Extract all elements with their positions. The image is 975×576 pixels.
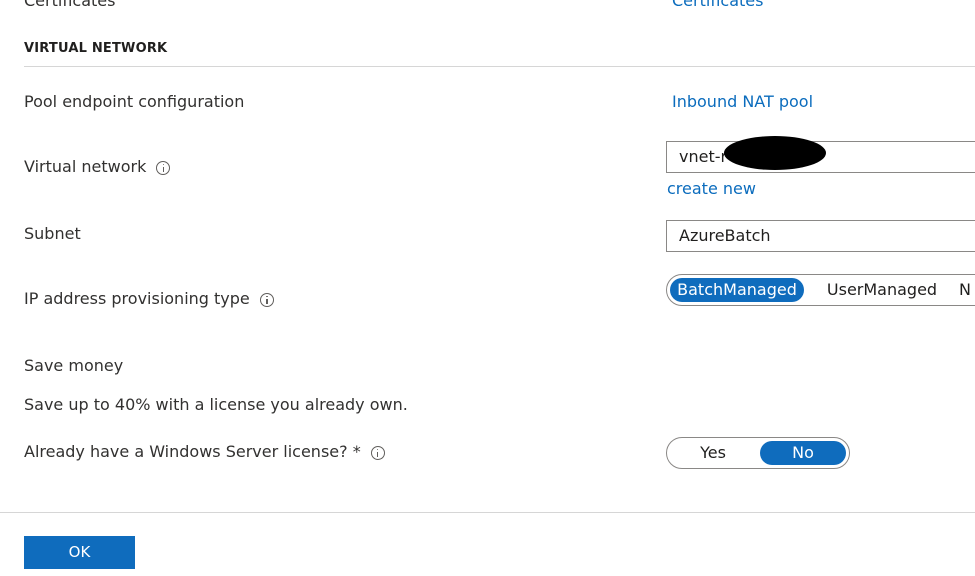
inbound-nat-pool-link[interactable]: Inbound NAT pool <box>672 92 813 111</box>
virtual-network-value: vnet-r <box>679 147 728 166</box>
redaction-mark <box>724 136 826 170</box>
section-divider <box>24 66 975 67</box>
option-batch-managed[interactable]: BatchManaged <box>670 278 804 302</box>
info-icon[interactable] <box>370 445 385 460</box>
windows-license-label-group: Already have a Windows Server license? * <box>24 442 385 461</box>
certificates-label: Certificates <box>24 0 116 10</box>
virtual-network-label-group: Virtual network <box>24 157 171 176</box>
certificates-link[interactable]: Certificates <box>672 0 763 10</box>
option-yes[interactable]: Yes <box>671 441 755 465</box>
option-user-managed[interactable]: UserManaged <box>814 278 950 302</box>
info-icon[interactable] <box>259 292 274 307</box>
subnet-label: Subnet <box>24 224 81 243</box>
pool-configuration-panel: Certificates Certificates VIRTUAL NETWOR… <box>0 0 975 576</box>
section-title-virtual-network: VIRTUAL NETWORK <box>24 41 168 56</box>
ip-provisioning-toggle: BatchManaged UserManaged N <box>666 274 975 306</box>
subnet-field[interactable]: AzureBatch <box>666 220 975 252</box>
ip-provisioning-label-group: IP address provisioning type <box>24 289 274 308</box>
option-no[interactable]: No <box>760 441 846 465</box>
save-money-description: Save up to 40% with a license you alread… <box>24 395 408 414</box>
windows-license-toggle: Yes No <box>666 437 850 469</box>
ok-button[interactable]: OK <box>24 536 135 569</box>
subnet-value: AzureBatch <box>679 226 771 245</box>
virtual-network-label: Virtual network <box>24 157 147 176</box>
save-money-heading: Save money <box>24 356 124 375</box>
option-partially-visible[interactable]: N <box>959 278 975 302</box>
create-new-link[interactable]: create new <box>667 179 756 198</box>
windows-server-license-label: Already have a Windows Server license? * <box>24 442 361 461</box>
footer-divider <box>0 512 975 513</box>
ip-address-provisioning-type-label: IP address provisioning type <box>24 289 250 308</box>
info-icon[interactable] <box>156 160 171 175</box>
pool-endpoint-configuration-label: Pool endpoint configuration <box>24 92 245 111</box>
